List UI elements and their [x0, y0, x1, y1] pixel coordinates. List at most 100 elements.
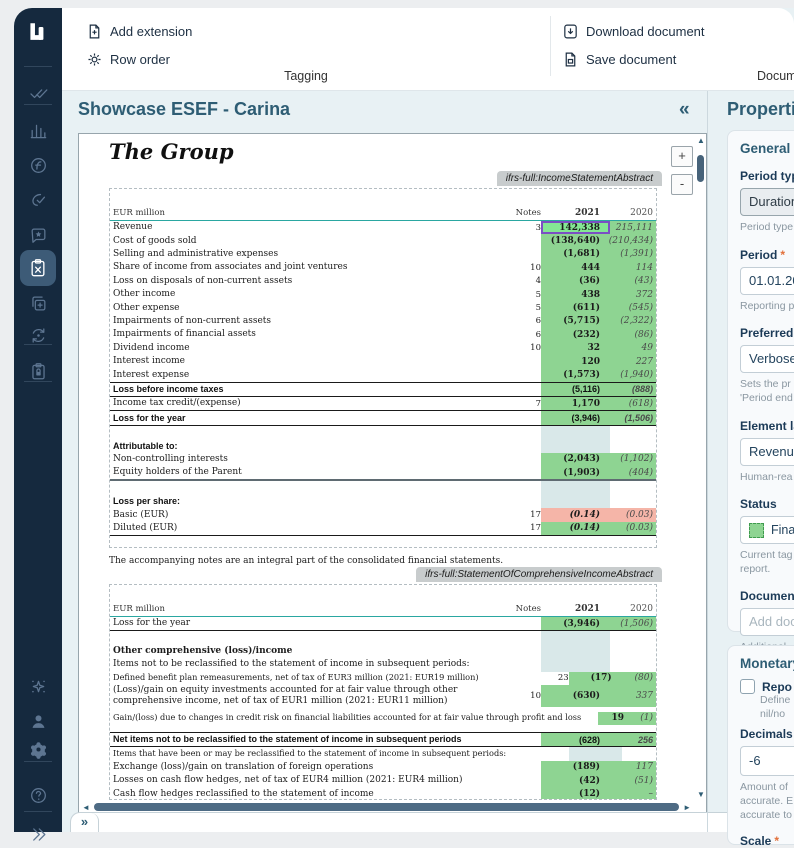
value-2021-cell[interactable]: 120 [541, 355, 610, 368]
value-2021-cell[interactable]: (42) [541, 774, 610, 787]
tagging-clipboard-button[interactable] [20, 250, 56, 286]
value-2021-cell[interactable]: (1,681) [541, 248, 610, 261]
user-button[interactable] [14, 711, 62, 731]
row-order-button[interactable]: Row order [86, 49, 170, 69]
value-2021-cell[interactable]: (138,640) [541, 234, 610, 247]
row-label: Income tax credit/(expense) [110, 398, 503, 409]
value-2020-cell[interactable]: 256 [610, 733, 656, 746]
preferred-label-field[interactable]: Verbose [740, 345, 794, 373]
value-2020-cell[interactable]: (1,391) [610, 248, 656, 261]
formula-icon [29, 156, 48, 175]
value-2021-cell[interactable]: (5,715) [541, 315, 610, 328]
value-2021-cell[interactable]: (5,116) [541, 383, 610, 396]
value-2021-cell[interactable]: (12) [541, 788, 610, 801]
collapse-panel-button[interactable]: « [679, 99, 690, 121]
formula-button[interactable] [14, 155, 62, 175]
settings-flower-button[interactable] [14, 739, 62, 759]
value-2020-cell[interactable]: 117 [610, 761, 656, 774]
value-2020-cell[interactable]: (888) [610, 383, 656, 396]
value-2021-cell[interactable]: (0.14) [541, 522, 610, 535]
table-row: Loss before income taxes(5,116)(888) [110, 382, 656, 397]
period-type-field[interactable]: Duration [740, 188, 794, 216]
sync-review-button[interactable] [14, 325, 62, 345]
value-2021-cell[interactable]: (628) [541, 733, 610, 746]
comment-star-button[interactable] [14, 225, 62, 245]
value-2020-cell[interactable]: (0.03) [610, 522, 656, 535]
double-check-button[interactable] [14, 83, 62, 103]
reported-checkbox[interactable] [740, 679, 755, 694]
horizontal-scroll-thumb[interactable] [94, 803, 679, 811]
value-2021-cell[interactable]: 142,338 [541, 221, 610, 234]
save-document-button[interactable]: Save document [562, 49, 676, 69]
vertical-scroll-thumb[interactable] [697, 155, 704, 182]
scroll-up-arrow[interactable]: ▲ [697, 136, 705, 145]
tag-badge-income-statement[interactable]: ifrs-full:IncomeStatementAbstract [497, 171, 662, 186]
value-2020-cell[interactable]: (1,506) [610, 411, 656, 424]
value-2021-cell[interactable]: 19 [598, 712, 634, 725]
value-2020-cell[interactable]: (80) [622, 672, 656, 685]
table-row: Loss for the year(3,946)(1,506) [110, 617, 656, 631]
value-2020-cell[interactable]: (404) [610, 466, 656, 479]
zoom-in-button[interactable]: + [671, 146, 693, 167]
period-field[interactable]: 01.01.2021 [740, 267, 794, 295]
clipboard-lock-button[interactable] [14, 361, 62, 381]
value-2020-cell[interactable]: (1,940) [610, 368, 656, 381]
value-2021-cell[interactable]: (232) [541, 328, 610, 341]
add-extension-button[interactable]: Add extension [86, 21, 192, 41]
documentation-field[interactable]: Add documentation [740, 608, 794, 636]
value-2021-cell[interactable]: (1,903) [541, 466, 610, 479]
tag-badge-comprehensive-income[interactable]: ifrs-full:StatementOfComprehensiveIncome… [416, 567, 662, 582]
value-2020-cell[interactable]: (43) [610, 275, 656, 288]
bar-chart-button[interactable] [14, 120, 62, 140]
value-2020-cell[interactable]: (2,322) [610, 315, 656, 328]
decimals-field[interactable]: -6 [740, 746, 794, 776]
value-2021-cell[interactable]: (17) [569, 672, 622, 685]
value-2020-cell[interactable]: (210,434) [610, 234, 656, 247]
scroll-right-arrow[interactable]: ► [683, 803, 691, 812]
value-2020-cell[interactable]: (86) [610, 328, 656, 341]
value-2020-cell[interactable]: 372 [610, 288, 656, 301]
value-2021-cell[interactable]: (1,573) [541, 368, 610, 381]
scroll-down-arrow[interactable]: ▼ [697, 790, 705, 799]
copy-stack-button[interactable] [14, 293, 62, 313]
value-2021-cell[interactable]: (611) [541, 301, 610, 314]
help-button[interactable] [14, 785, 62, 805]
value-2021-cell[interactable]: (0.14) [541, 508, 610, 521]
value-2021-cell[interactable]: 32 [541, 342, 610, 355]
note-cell: 17 [503, 523, 541, 533]
scroll-left-arrow[interactable]: ◄ [82, 803, 90, 812]
validation-check-button[interactable] [14, 190, 62, 210]
value-2021-cell[interactable]: 444 [541, 261, 610, 274]
value-2021-cell[interactable]: 438 [541, 288, 610, 301]
value-2021-cell[interactable]: (2,043) [541, 453, 610, 466]
value-2020-cell[interactable]: 227 [610, 355, 656, 368]
zoom-out-button[interactable]: - [671, 174, 693, 195]
value-2021-cell[interactable]: 1,170 [541, 397, 610, 410]
value-2020-cell[interactable]: 215,111 [610, 221, 656, 234]
value-2021-cell[interactable]: (3,946) [541, 411, 610, 424]
value-2020-cell[interactable]: (545) [610, 301, 656, 314]
value-2021-cell[interactable]: (189) [541, 761, 610, 774]
value-2020-cell[interactable]: (1) [634, 712, 656, 725]
ai-sparkle-button[interactable] [14, 676, 62, 696]
download-document-button[interactable]: Download document [562, 21, 705, 41]
value-2020-cell[interactable]: 114 [610, 261, 656, 274]
table-row: Other comprehensive (loss)/income [110, 645, 656, 658]
value-2021-cell[interactable]: (36) [541, 275, 610, 288]
value-2020-cell[interactable]: 337 [610, 685, 656, 707]
value-2020-cell[interactable]: (618) [610, 397, 656, 410]
vertical-scrollbar[interactable]: ▲ ▼ [694, 134, 706, 801]
expand-sidebar-button[interactable] [14, 824, 62, 844]
status-field[interactable]: Final [740, 516, 794, 544]
element-label-field[interactable]: Revenue [740, 438, 794, 466]
value-2020-cell[interactable]: (0.03) [610, 508, 656, 521]
value-2020-cell[interactable]: (1,102) [610, 453, 656, 466]
value-2021-cell[interactable]: (630) [541, 685, 610, 707]
value-2020-cell[interactable]: (1,506) [610, 617, 656, 630]
bar-chart-icon [29, 121, 48, 140]
value-2020-cell[interactable]: 49 [610, 342, 656, 355]
expand-bottom-panel-button[interactable]: » [71, 813, 99, 832]
value-2020-cell[interactable]: – [610, 788, 656, 801]
value-2020-cell[interactable]: (51) [610, 774, 656, 787]
value-2021-cell[interactable]: (3,946) [541, 617, 610, 630]
